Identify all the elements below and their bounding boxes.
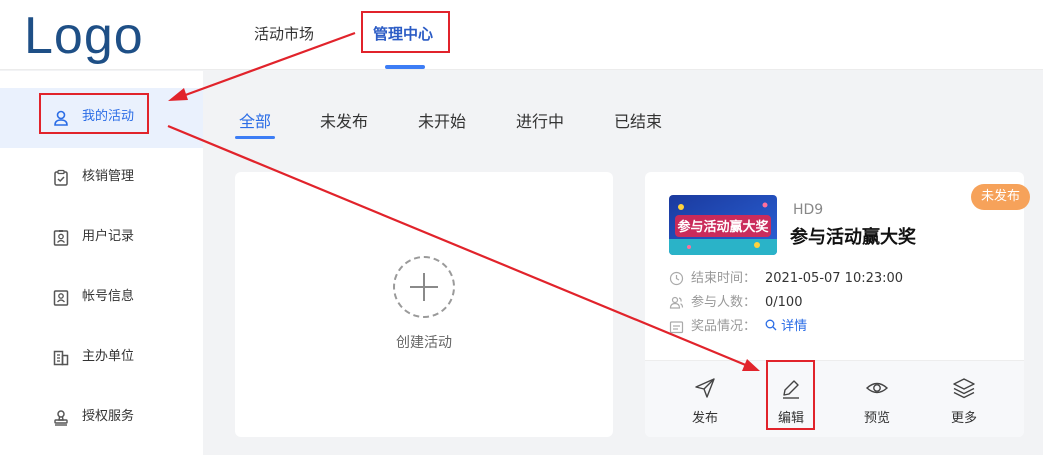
publish-button[interactable]: 发布 bbox=[675, 361, 735, 438]
activity-title: 参与活动赢大奖 bbox=[790, 227, 916, 248]
plus-icon bbox=[410, 273, 438, 301]
banner-text: 参与活动赢大奖 bbox=[677, 219, 769, 235]
sidebar-item-label: 用户记录 bbox=[82, 229, 135, 244]
participants-label: 参与人数： bbox=[691, 295, 757, 310]
send-icon bbox=[695, 378, 715, 398]
annotation-box-admin-center bbox=[361, 11, 450, 53]
sidebar-item-label: 核销管理 bbox=[82, 169, 135, 184]
prize-label: 奖品情况： bbox=[691, 319, 757, 334]
nav-active-indicator bbox=[385, 65, 425, 69]
activity-actions-bar: 发布 编辑 预览 更多 bbox=[645, 360, 1024, 437]
end-time-label: 结束时间： bbox=[691, 271, 757, 286]
publish-label: 发布 bbox=[691, 411, 718, 426]
building-icon bbox=[53, 350, 69, 366]
clock-icon bbox=[669, 271, 684, 286]
more-button[interactable]: 更多 bbox=[934, 361, 994, 438]
layers-icon bbox=[953, 378, 975, 399]
sidebar-item-organizer[interactable]: 主办单位 bbox=[0, 328, 203, 388]
preview-button[interactable]: 预览 bbox=[847, 361, 907, 438]
eye-icon bbox=[865, 382, 889, 394]
annotation-box-my-activities bbox=[39, 93, 149, 134]
clipboard-check-icon bbox=[54, 169, 68, 186]
seal-stamp-icon bbox=[54, 410, 68, 426]
tab-unpublished[interactable]: 未发布 bbox=[320, 110, 368, 134]
create-activity-card[interactable]: 创建活动 bbox=[235, 172, 613, 437]
search-icon bbox=[765, 319, 777, 331]
activity-card: 参与活动赢大奖 HD9 参与活动赢大奖 未发布 结束时间： 2021-05-07… bbox=[645, 172, 1030, 437]
tab-all[interactable]: 全部 bbox=[239, 110, 271, 134]
gift-icon bbox=[669, 321, 684, 334]
sidebar-item-verification[interactable]: 核销管理 bbox=[0, 148, 203, 208]
participants-value: 0/100 bbox=[765, 295, 803, 310]
activity-code: HD9 bbox=[793, 202, 824, 218]
top-header: Logo 活动市场 管理中心 bbox=[0, 0, 1043, 70]
sidebar-item-account-info[interactable]: 帐号信息 bbox=[0, 268, 203, 328]
id-card-icon bbox=[53, 230, 69, 246]
logo: Logo bbox=[24, 7, 144, 65]
add-circle-icon bbox=[393, 256, 455, 318]
preview-label: 预览 bbox=[863, 411, 890, 426]
activity-banner[interactable]: 参与活动赢大奖 bbox=[669, 195, 777, 255]
status-badge: 未发布 bbox=[971, 184, 1030, 210]
sidebar-item-authorization[interactable]: 授权服务 bbox=[0, 388, 203, 448]
create-activity-label: 创建活动 bbox=[396, 335, 452, 351]
users-icon bbox=[669, 296, 684, 309]
account-card-icon bbox=[53, 290, 69, 306]
end-time-value: 2021-05-07 10:23:00 bbox=[765, 271, 904, 286]
prize-detail-link[interactable]: 详情 bbox=[765, 318, 807, 336]
tab-ended[interactable]: 已结束 bbox=[614, 110, 662, 134]
tab-in-progress[interactable]: 进行中 bbox=[516, 110, 564, 134]
sidebar-item-label: 授权服务 bbox=[82, 409, 135, 424]
sidebar-item-user-records[interactable]: 用户记录 bbox=[0, 208, 203, 268]
more-label: 更多 bbox=[950, 411, 977, 426]
annotation-box-edit bbox=[766, 360, 815, 430]
activity-banner-image: 参与活动赢大奖 bbox=[669, 195, 777, 255]
tab-not-started[interactable]: 未开始 bbox=[418, 110, 466, 134]
tab-active-indicator bbox=[235, 136, 275, 139]
sidebar-item-label: 帐号信息 bbox=[82, 289, 135, 304]
nav-activity-market[interactable]: 活动市场 bbox=[254, 22, 314, 46]
sidebar-item-label: 主办单位 bbox=[82, 349, 135, 364]
detail-link-text: 详情 bbox=[781, 319, 808, 334]
